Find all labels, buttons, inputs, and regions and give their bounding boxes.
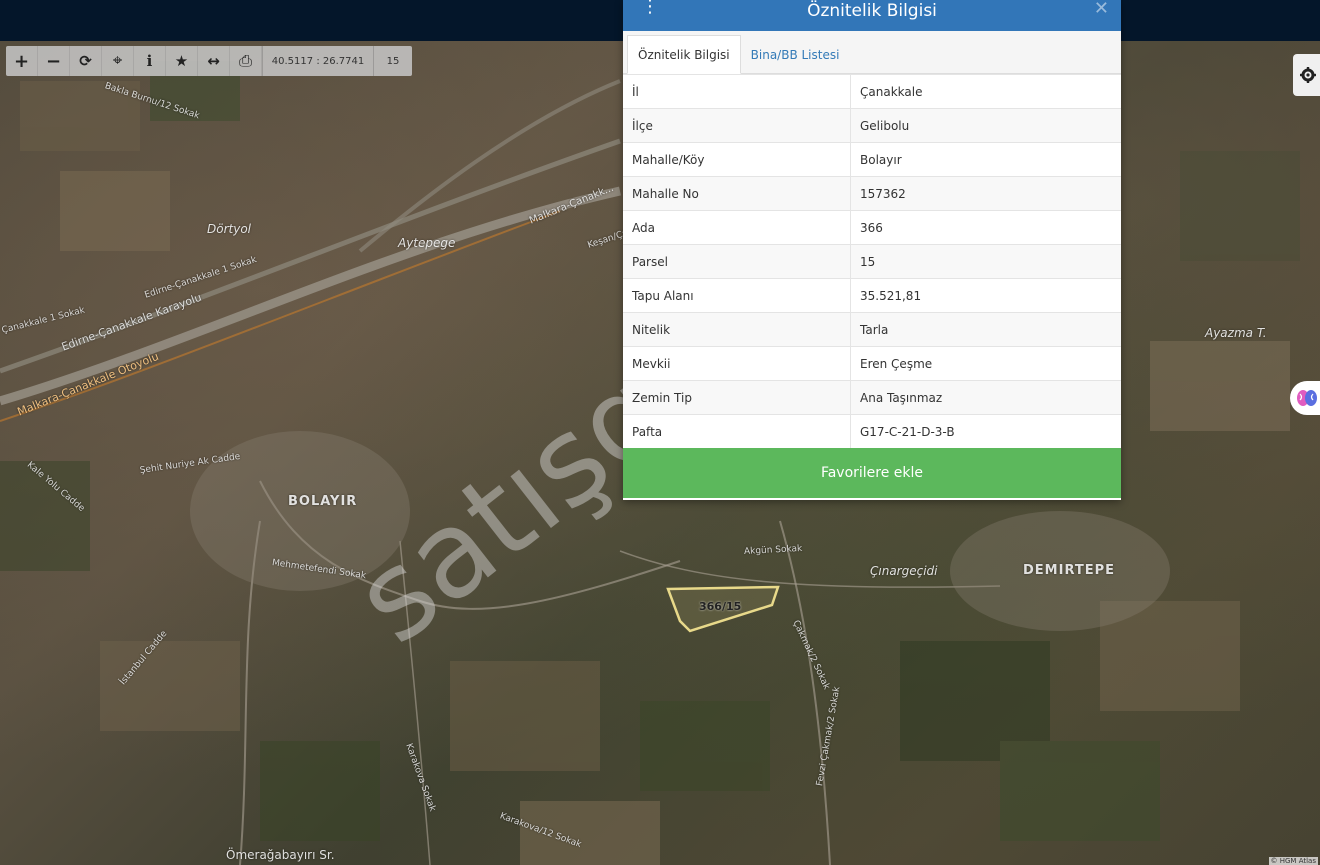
- attribute-value: Eren Çeşme: [850, 346, 1121, 381]
- info-icon: i: [146, 52, 153, 70]
- attribute-key: İlçe: [623, 108, 851, 143]
- tab-oznitelik-bilgisi[interactable]: Öznitelik Bilgisi: [627, 35, 741, 74]
- table-row: Mevkii Eren Çeşme: [623, 346, 1121, 381]
- refresh-button[interactable]: ⟳: [70, 46, 102, 76]
- attribute-value: Ana Taşınmaz: [850, 380, 1121, 415]
- attribute-value: Gelibolu: [850, 108, 1121, 143]
- map-attribution: © HGM Atlas: [1268, 857, 1318, 865]
- attribute-value: 366: [850, 210, 1121, 245]
- attribute-popup: ⋮ Öznitelik Bilgisi ✕ Öznitelik Bilgisi …: [623, 0, 1121, 500]
- parcel-label[interactable]: 366/15: [699, 600, 741, 613]
- map-toolbar: + − ⟳ ⌖ i ★ ↔ ⎙ 40.5117 : 26.7741 15: [6, 46, 412, 76]
- place-label-demirtepe: DEMIRTEPE: [1023, 563, 1116, 578]
- popup-header: ⋮ Öznitelik Bilgisi ✕: [623, 0, 1121, 31]
- coordinate-display: 40.5117 : 26.7741: [262, 46, 373, 76]
- attribute-key: Pafta: [623, 414, 851, 448]
- menu-dots-icon[interactable]: ⋮: [641, 0, 659, 16]
- zoom-in-button[interactable]: +: [6, 46, 38, 76]
- table-row: Tapu Alanı 35.521,81: [623, 278, 1121, 313]
- attribute-value: 15: [850, 244, 1121, 279]
- attribute-key: Mevkii: [623, 346, 851, 381]
- table-row: İl Çanakkale: [623, 74, 1121, 109]
- place-label-ayazma: Ayazma T.: [1205, 326, 1267, 340]
- attribute-value: Tarla: [850, 312, 1121, 347]
- place-label-cinargecidi: Çınargeçidi: [870, 564, 938, 578]
- attribute-key: Mahalle No: [623, 176, 851, 211]
- table-row: Pafta G17-C-21-D-3-B: [623, 414, 1121, 448]
- attribute-value: G17-C-21-D-3-B: [850, 414, 1121, 448]
- brain-button[interactable]: [1290, 381, 1320, 415]
- print-button[interactable]: ⎙: [230, 46, 262, 76]
- plus-icon: +: [13, 50, 30, 72]
- attribute-value: 35.521,81: [850, 278, 1121, 313]
- measure-button[interactable]: ↔: [198, 46, 230, 76]
- attribute-key: Ada: [623, 210, 851, 245]
- measure-arrows-icon: ↔: [207, 52, 220, 70]
- attribute-value: 157362: [850, 176, 1121, 211]
- attribute-key: Zemin Tip: [623, 380, 851, 415]
- table-row: Nitelik Tarla: [623, 312, 1121, 347]
- popup-tabs: Öznitelik Bilgisi Bina/BB Listesi: [623, 31, 1121, 74]
- star-icon: ★: [174, 52, 189, 70]
- close-icon[interactable]: ✕: [1094, 0, 1109, 19]
- attribute-key: Tapu Alanı: [623, 278, 851, 313]
- crosshair-icon: ⌖: [112, 51, 123, 71]
- attribute-key: Mahalle/Köy: [623, 142, 851, 177]
- table-row: Zemin Tip Ana Taşınmaz: [623, 380, 1121, 415]
- attribute-value: Bolayır: [850, 142, 1121, 177]
- table-row: Ada 366: [623, 210, 1121, 245]
- attribute-key: Parsel: [623, 244, 851, 279]
- place-label-bolayir: BOLAYIR: [288, 494, 358, 509]
- attribute-key: Nitelik: [623, 312, 851, 347]
- locate-button[interactable]: ⌖: [102, 46, 134, 76]
- place-label-omeragabayiri: Ömerağabayırı Sr.: [226, 848, 335, 862]
- zoom-level-display: 15: [373, 46, 412, 76]
- popup-title: Öznitelik Bilgisi: [807, 0, 937, 21]
- attribute-value: Çanakkale: [850, 74, 1121, 109]
- info-button[interactable]: i: [134, 46, 166, 76]
- minus-icon: −: [45, 50, 62, 72]
- table-row: İlçe Gelibolu: [623, 108, 1121, 143]
- table-row: Parsel 15: [623, 244, 1121, 279]
- tab-bina-bb-listesi[interactable]: Bina/BB Listesi: [741, 36, 850, 73]
- zoom-out-button[interactable]: −: [38, 46, 70, 76]
- favorite-button[interactable]: ★: [166, 46, 198, 76]
- table-row: Mahalle No 157362: [623, 176, 1121, 211]
- refresh-icon: ⟳: [79, 52, 92, 70]
- attribute-key: İl: [623, 74, 851, 109]
- place-label-dortyol: Dörtyol: [207, 222, 251, 236]
- attribute-table: İl Çanakkale İlçe Gelibolu Mahalle/Köy Bola…: [623, 74, 1121, 448]
- gear-icon: [1300, 67, 1316, 83]
- table-row: Mahalle/Köy Bolayır: [623, 142, 1121, 177]
- print-icon: ⎙: [239, 51, 252, 70]
- brain-icon: [1297, 390, 1317, 406]
- place-label-aytepege: Aytepege: [398, 236, 456, 250]
- settings-button[interactable]: [1293, 54, 1320, 96]
- add-to-favorites-button[interactable]: Favorilere ekle: [623, 448, 1121, 498]
